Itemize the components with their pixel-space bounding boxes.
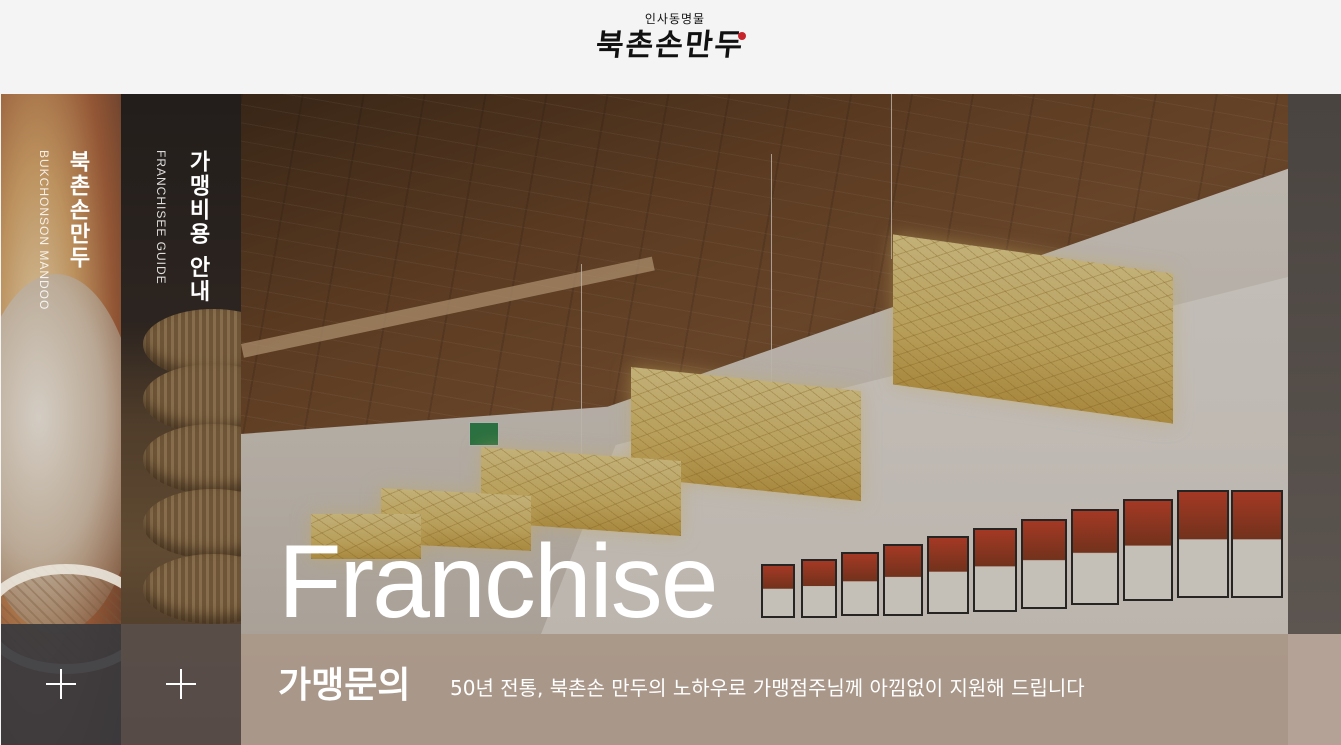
inquiry-description: 50년 전통, 북촌손 만두의 노하우로 가맹점주님께 아낌없이 지원해 드립니… <box>450 676 1085 700</box>
expand-button-bukchonson[interactable] <box>1 624 121 745</box>
hero-headline: Franchise <box>278 524 719 640</box>
site-header: 인사동명물 북촌손만두 <box>0 0 1341 94</box>
logo-wordmark: 북촌손만두 <box>594 28 746 63</box>
franchise-inquiry-bar[interactable]: 가맹문의 50년 전통, 북촌손 만두의 노하우로 가맹점주님께 아낌없이 지원… <box>241 634 1341 745</box>
side-panel-title: 가맹비용 안내 <box>185 150 210 304</box>
brand-logo[interactable]: 인사동명물 북촌손만두 <box>590 12 750 78</box>
inquiry-title: 가맹문의 <box>278 665 411 706</box>
logo-subtitle: 인사동명물 <box>644 12 706 26</box>
red-seal-icon <box>738 32 746 40</box>
expand-button-franchisee-guide[interactable] <box>121 624 241 745</box>
next-slide-peek[interactable] <box>1288 94 1341 634</box>
side-panel-subtitle: BUKCHONSON MANDOO <box>37 150 51 311</box>
plus-icon <box>46 669 76 699</box>
side-panel-subtitle: FRANCHISEE GUIDE <box>154 150 168 285</box>
side-panel-title: 북촌손만두 <box>65 150 90 270</box>
plus-icon <box>166 669 196 699</box>
